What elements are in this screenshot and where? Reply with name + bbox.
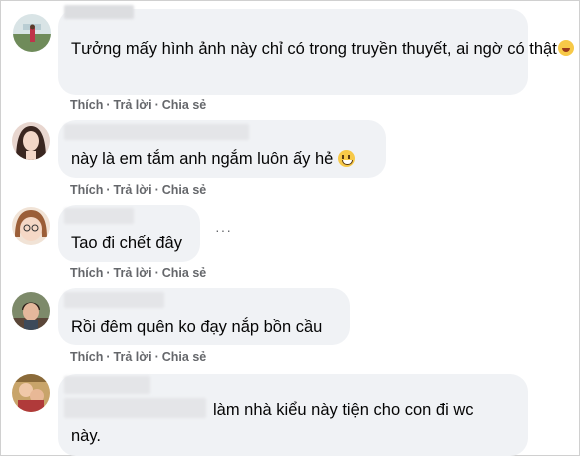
separator: · [106, 183, 111, 197]
separator: · [154, 350, 159, 364]
comment-text: Tưởng mấy hình ảnh này chỉ có trong truy… [71, 37, 574, 61]
more-options-icon[interactable]: ··· [215, 222, 232, 238]
separator: · [154, 266, 159, 280]
share-link[interactable]: Chia sẻ [162, 350, 206, 364]
separator: · [106, 266, 111, 280]
comment-text: làm nhà kiểu này tiện cho con đi wc [213, 401, 474, 419]
comment-actions: Thích · Trả lời · Chia sẻ [70, 183, 206, 197]
reply-link[interactable]: Trả lời [114, 350, 152, 364]
comment-text: này là em tắm anh ngắm luôn ấy hẻ [71, 147, 355, 171]
comment-text: này. [71, 427, 101, 445]
comment-text: Rồi đêm quên ko đạy nắp bồn cầu [71, 318, 323, 336]
commenter-name-redacted[interactable] [64, 208, 134, 224]
share-link[interactable]: Chia sẻ [162, 266, 206, 280]
like-link[interactable]: Thích [70, 266, 103, 280]
avatar[interactable] [12, 374, 50, 412]
like-link[interactable]: Thích [70, 183, 103, 197]
rolling-laughing-emoji [557, 40, 574, 56]
comment-actions: Thích · Trả lời · Chia sẻ [70, 350, 206, 364]
avatar[interactable] [12, 292, 50, 330]
commenter-name-redacted[interactable] [64, 124, 249, 140]
reply-link[interactable]: Trả lời [114, 183, 152, 197]
share-link[interactable]: Chia sẻ [162, 98, 206, 112]
separator: · [154, 183, 159, 197]
commenter-name-redacted[interactable] [64, 376, 150, 394]
separator: · [106, 98, 111, 112]
comment-text: Tao đi chết đây [71, 234, 182, 252]
reply-link[interactable]: Trả lời [114, 266, 152, 280]
comment-actions: Thích · Trả lời · Chia sẻ [70, 98, 206, 112]
separator: · [154, 98, 159, 112]
like-link[interactable]: Thích [70, 350, 103, 364]
commenter-name-redacted[interactable] [64, 292, 164, 308]
comment-actions: Thích · Trả lời · Chia sẻ [70, 266, 206, 280]
comment-text-redacted [64, 398, 206, 418]
avatar[interactable] [13, 14, 51, 52]
avatar[interactable] [12, 122, 50, 160]
avatar[interactable] [12, 207, 50, 245]
smiling-emoji [337, 150, 355, 167]
reply-link[interactable]: Trả lời [114, 98, 152, 112]
share-link[interactable]: Chia sẻ [162, 183, 206, 197]
separator: · [106, 350, 111, 364]
like-link[interactable]: Thích [70, 98, 103, 112]
commenter-name-redacted[interactable] [64, 5, 134, 19]
